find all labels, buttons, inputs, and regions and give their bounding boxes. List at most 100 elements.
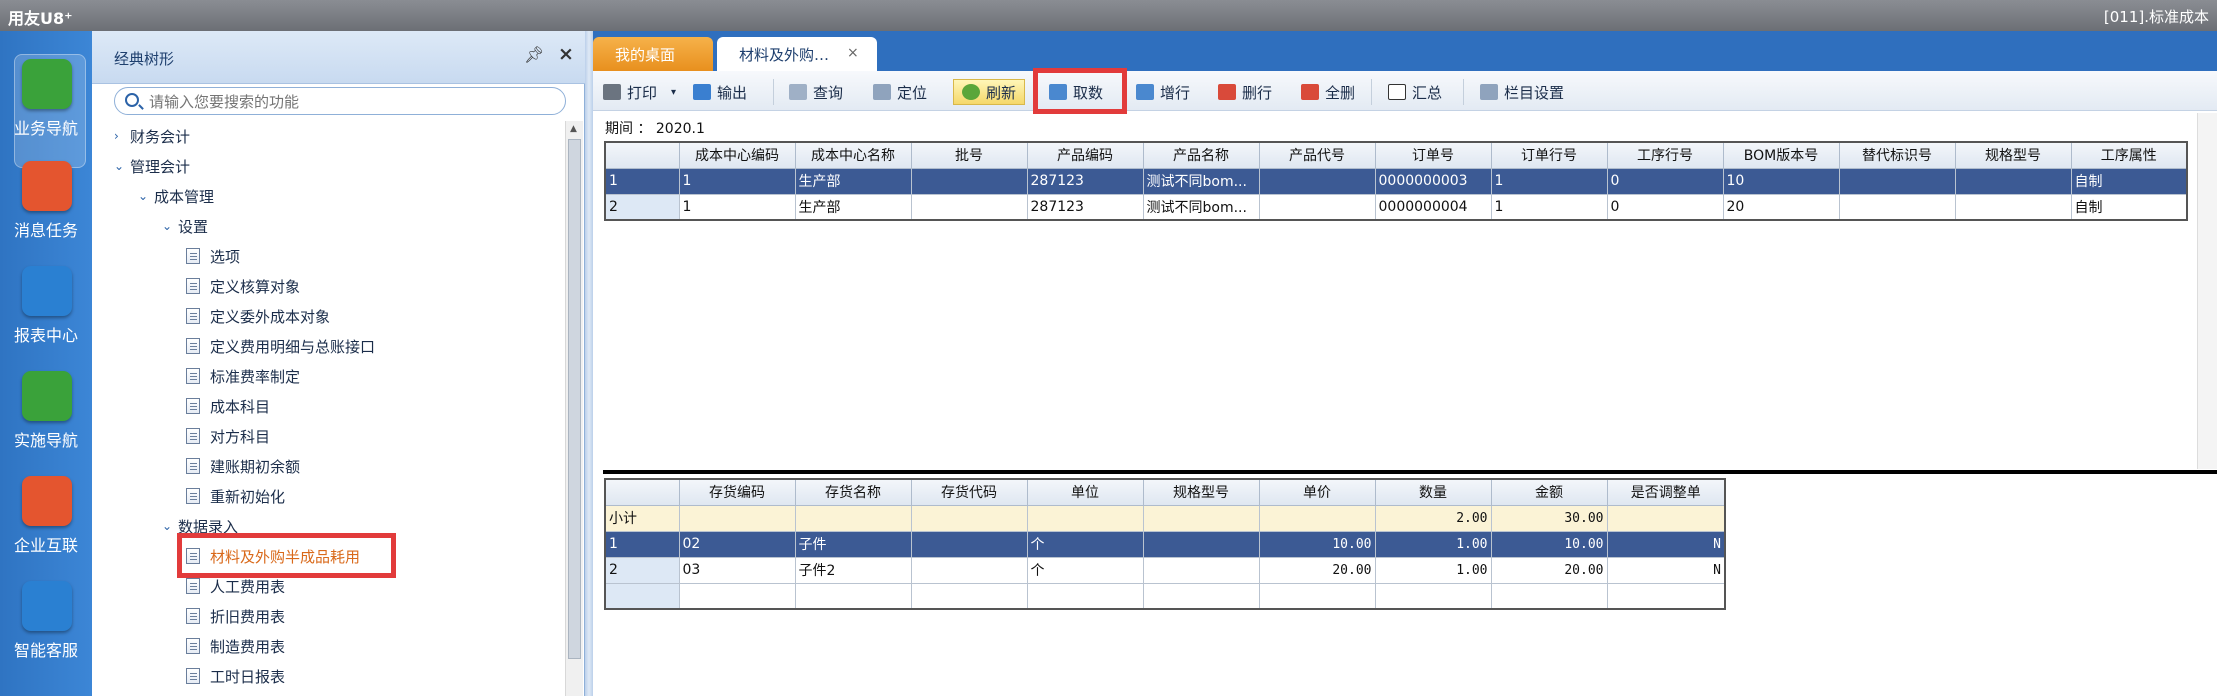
table-cell[interactable]: 1	[604, 167, 680, 195]
table-cell[interactable]	[678, 582, 796, 610]
tab-material-consumption[interactable]: 材料及外购… ×	[717, 37, 877, 71]
column-header[interactable]: 单价	[1258, 478, 1376, 506]
column-header[interactable]: 订单行号	[1490, 141, 1608, 169]
rail-item-5[interactable]: 智能客服	[0, 581, 92, 681]
table-cell[interactable]: 小计	[604, 504, 680, 532]
column-header[interactable]: 规格型号	[1142, 478, 1260, 506]
tree-node[interactable]: 标准费率制定	[186, 364, 300, 388]
tab-close-icon[interactable]: ×	[847, 45, 859, 61]
column-header[interactable]: 是否调整单	[1606, 478, 1726, 506]
table-cell[interactable]	[1838, 193, 1956, 221]
table-cell[interactable]: 1	[1490, 193, 1608, 221]
tree-node[interactable]: ⌄ 成本管理	[138, 184, 214, 208]
table-cell[interactable]: 10	[1722, 167, 1840, 195]
table-cell[interactable]	[1258, 504, 1376, 532]
table-cell[interactable]	[1142, 582, 1260, 610]
delete-all-button[interactable]: 全删	[1301, 79, 1355, 105]
table-cell[interactable]	[1606, 582, 1726, 610]
rail-item-4[interactable]: 企业互联	[0, 476, 92, 576]
table-row[interactable]: 2 03 子件2 个 20.00 1.00 20.00 N	[604, 556, 1726, 584]
table-cell[interactable]: 03	[678, 556, 796, 584]
table-cell[interactable]: 1	[1490, 167, 1608, 195]
tree-node[interactable]: › 财务会计	[114, 124, 190, 148]
table-cell[interactable]: 02	[678, 530, 796, 558]
table-row[interactable]: 1 1 生产部 287123 测试不同bom... 0000000003 1 0 10 自制	[604, 167, 2188, 195]
tab-my-desktop[interactable]: 我的桌面	[593, 37, 713, 71]
table-cell[interactable]	[910, 556, 1028, 584]
summary-button[interactable]: 汇总	[1388, 79, 1442, 105]
pin-icon[interactable]: 📌︎	[524, 45, 544, 64]
table-cell[interactable]	[1606, 504, 1726, 532]
table-cell[interactable]: 1	[678, 167, 796, 195]
table-cell[interactable]	[678, 504, 796, 532]
table-cell[interactable]	[1142, 504, 1260, 532]
rail-item-1[interactable]: 消息任务	[0, 161, 92, 261]
table-cell[interactable]: 0000000004	[1374, 193, 1492, 221]
chevron-right-icon[interactable]: ›	[114, 129, 130, 143]
column-header[interactable]	[604, 478, 680, 506]
table-cell[interactable]: 自制	[2070, 193, 2188, 221]
chevron-down-icon[interactable]: ⌄	[138, 189, 154, 203]
table-cell[interactable]	[910, 193, 1028, 221]
column-header[interactable]: 批号	[910, 141, 1028, 169]
table-cell[interactable]	[1142, 556, 1260, 584]
column-header[interactable]	[604, 141, 680, 169]
tree-node[interactable]: 折旧费用表	[186, 604, 285, 628]
table-cell[interactable]: 0000000003	[1374, 167, 1492, 195]
table-cell[interactable]: 2	[604, 556, 680, 584]
table-cell[interactable]	[1026, 582, 1144, 610]
rail-item-3[interactable]: 实施导航	[0, 371, 92, 471]
table-row[interactable]: 2 1 生产部 287123 测试不同bom... 0000000004 1 0 20 自制	[604, 193, 2188, 221]
table-cell[interactable]	[910, 504, 1028, 532]
table-cell[interactable]: 1.00	[1374, 530, 1492, 558]
table-cell[interactable]: 20.00	[1490, 556, 1608, 584]
print-button[interactable]: 打印 ▾	[603, 79, 676, 105]
table-row[interactable]: 1 02 子件个 10.00 1.00 10.00 N	[604, 530, 1726, 558]
table-cell[interactable]: N	[1606, 530, 1726, 558]
column-header[interactable]: 存货名称	[794, 478, 912, 506]
table-cell[interactable]: 1	[678, 193, 796, 221]
tree-node[interactable]: ⌄ 管理会计	[114, 154, 190, 178]
scroll-thumb[interactable]	[568, 139, 581, 659]
column-header[interactable]: 产品编码	[1026, 141, 1144, 169]
table-cell[interactable]: 子件	[794, 530, 912, 558]
table-cell[interactable]	[1954, 193, 2072, 221]
table-cell[interactable]: 1	[604, 530, 680, 558]
table-cell[interactable]	[1026, 504, 1144, 532]
rail-item-2[interactable]: 报表中心	[0, 266, 92, 366]
grid-splitter[interactable]	[603, 470, 2217, 474]
table-cell[interactable]: 测试不同bom...	[1142, 167, 1260, 195]
chevron-down-icon[interactable]: ▾	[671, 87, 676, 98]
table-cell[interactable]: 287123	[1026, 167, 1144, 195]
table-cell[interactable]: 生产部	[794, 167, 912, 195]
column-header[interactable]: 成本中心名称	[794, 141, 912, 169]
table-cell[interactable]: 287123	[1026, 193, 1144, 221]
column-header[interactable]: 规格型号	[1954, 141, 2072, 169]
table-cell[interactable]	[794, 582, 912, 610]
table-cell[interactable]: 0	[1606, 167, 1724, 195]
table-cell[interactable]: 20	[1722, 193, 1840, 221]
table-cell[interactable]: 20.00	[1258, 556, 1376, 584]
column-header[interactable]: 产品名称	[1142, 141, 1260, 169]
chevron-down-icon[interactable]: ⌄	[162, 519, 178, 533]
column-header[interactable]: 金额	[1490, 478, 1608, 506]
column-header[interactable]: 单位	[1026, 478, 1144, 506]
column-header[interactable]: BOM版本号	[1722, 141, 1840, 169]
column-header[interactable]: 数量	[1374, 478, 1492, 506]
tree-node[interactable]: 工时日报表	[186, 664, 285, 688]
table-cell[interactable]: 生产部	[794, 193, 912, 221]
table-cell[interactable]: 子件2	[794, 556, 912, 584]
column-header[interactable]: 工序属性	[2070, 141, 2188, 169]
column-header[interactable]: 订单号	[1374, 141, 1492, 169]
column-header[interactable]: 存货编码	[678, 478, 796, 506]
add-row-button[interactable]: 增行	[1136, 79, 1190, 105]
export-button[interactable]: 输出	[693, 79, 747, 105]
tree-scrollbar[interactable]: ▲	[565, 121, 583, 696]
tree-node[interactable]: 定义委外成本对象	[186, 304, 330, 328]
table-cell[interactable]: 个	[1026, 556, 1144, 584]
table-row[interactable]: 小计 2.00 30.00	[604, 504, 1726, 532]
query-button[interactable]: 查询	[789, 79, 843, 105]
column-header[interactable]: 替代标识号	[1838, 141, 1956, 169]
tree-node[interactable]: 建账期初余额	[186, 454, 300, 478]
locate-button[interactable]: 定位	[873, 79, 927, 105]
